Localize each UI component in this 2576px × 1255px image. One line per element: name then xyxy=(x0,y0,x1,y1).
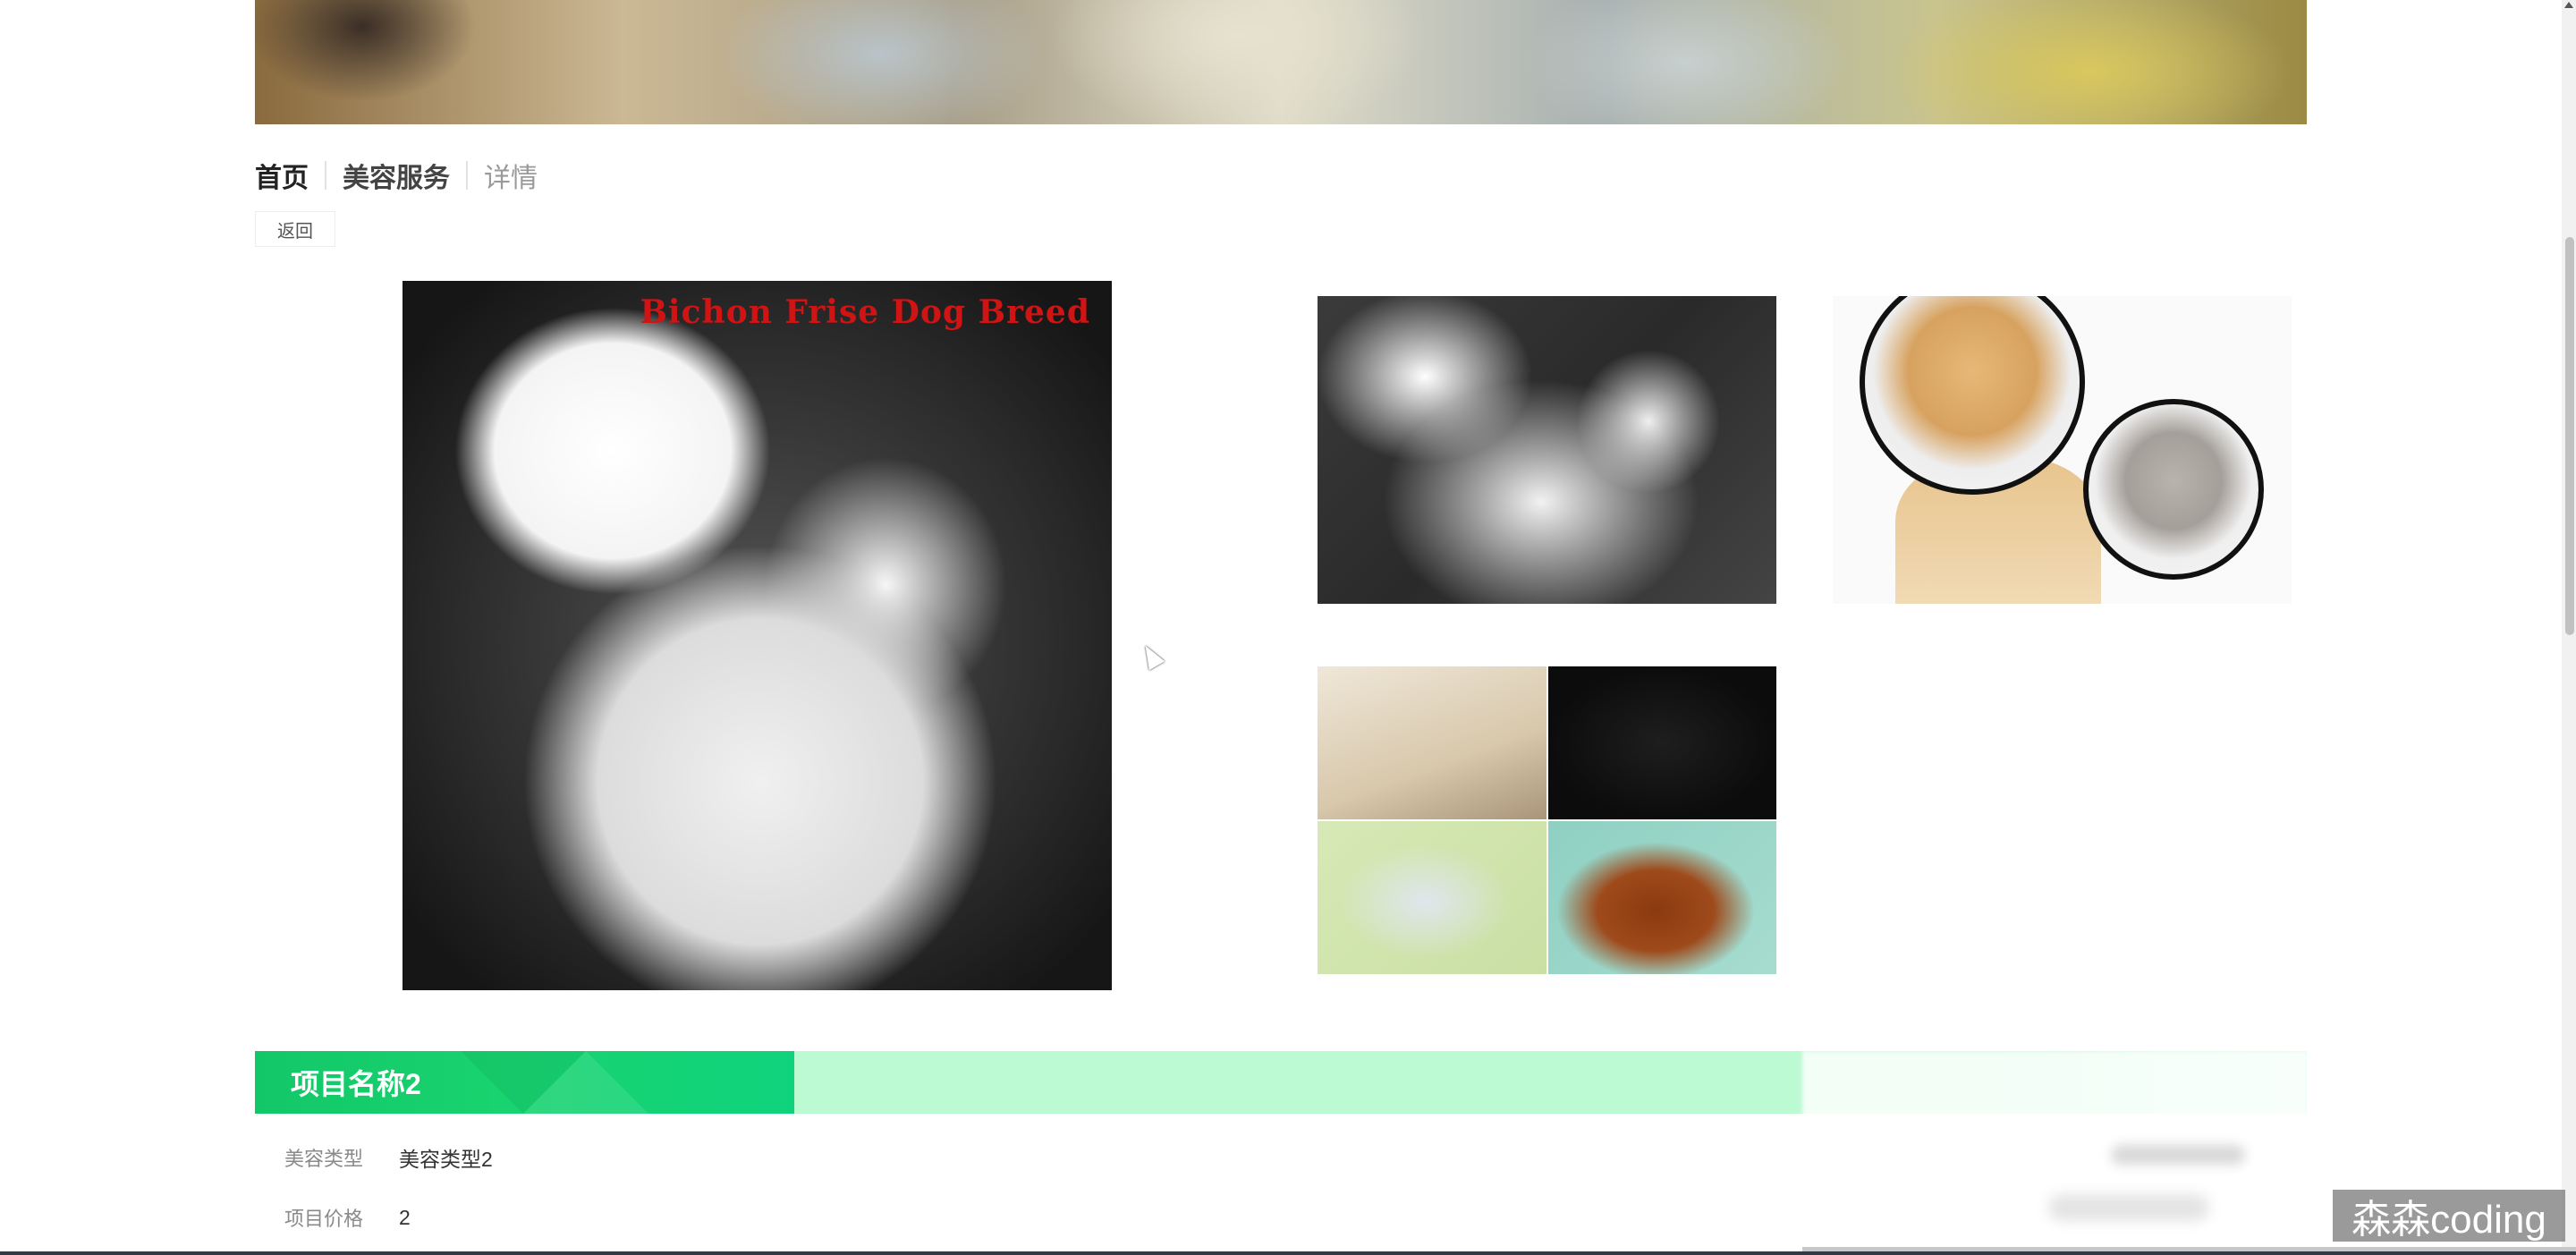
blurred-text xyxy=(2111,1145,2245,1165)
blurred-text xyxy=(2048,1194,2209,1221)
page-title: 项目名称2 xyxy=(291,1068,421,1100)
mouse-cursor-icon xyxy=(1137,640,1165,671)
breadcrumb-divider xyxy=(325,161,326,190)
cat-cone xyxy=(2083,399,2264,580)
info-row-price: 项目价格 2 xyxy=(284,1200,411,1235)
image-caption: Bichon Frise Dog Breed xyxy=(640,293,1090,331)
thumbnail-grooming-collage[interactable] xyxy=(1318,666,1776,974)
collage-tile xyxy=(1547,666,1776,819)
collage-tile xyxy=(1318,821,1546,974)
field-label: 项目价格 xyxy=(284,1208,364,1230)
main-product-image: Bichon Frise Dog Breed xyxy=(402,281,1112,990)
top-banner-image xyxy=(255,0,2307,124)
thumbnail-bichon[interactable] xyxy=(1318,296,1776,604)
field-value: 2 xyxy=(399,1205,411,1229)
thumbnail-cone-pets[interactable] xyxy=(1833,296,2292,604)
collage-tile xyxy=(1547,821,1776,974)
decor-triangle xyxy=(523,1051,648,1114)
taskbar-edge xyxy=(0,1251,2576,1255)
breadcrumb-current: 详情 xyxy=(484,164,538,193)
watermark: 森森coding xyxy=(2333,1190,2565,1242)
breadcrumb-section[interactable]: 美容服务 xyxy=(343,156,450,195)
field-label: 美容类型 xyxy=(284,1148,364,1170)
back-button[interactable]: 返回 xyxy=(255,211,335,247)
scroll-up-icon[interactable] xyxy=(2564,2,2573,8)
title-tab: 项目名称2 xyxy=(255,1051,794,1114)
info-row-type: 美容类型 美容类型2 xyxy=(284,1140,493,1175)
blurred-overlay xyxy=(1802,1051,2308,1248)
field-value: 美容类型2 xyxy=(399,1148,493,1171)
breadcrumb-home[interactable]: 首页 xyxy=(255,156,309,195)
collage-tile xyxy=(1318,666,1546,819)
breadcrumb-divider xyxy=(466,161,468,190)
breadcrumb: 首页 美容服务 详情 xyxy=(255,157,538,193)
vertical-scrollbar[interactable] xyxy=(2562,0,2576,1255)
scroll-thumb[interactable] xyxy=(2565,237,2574,635)
